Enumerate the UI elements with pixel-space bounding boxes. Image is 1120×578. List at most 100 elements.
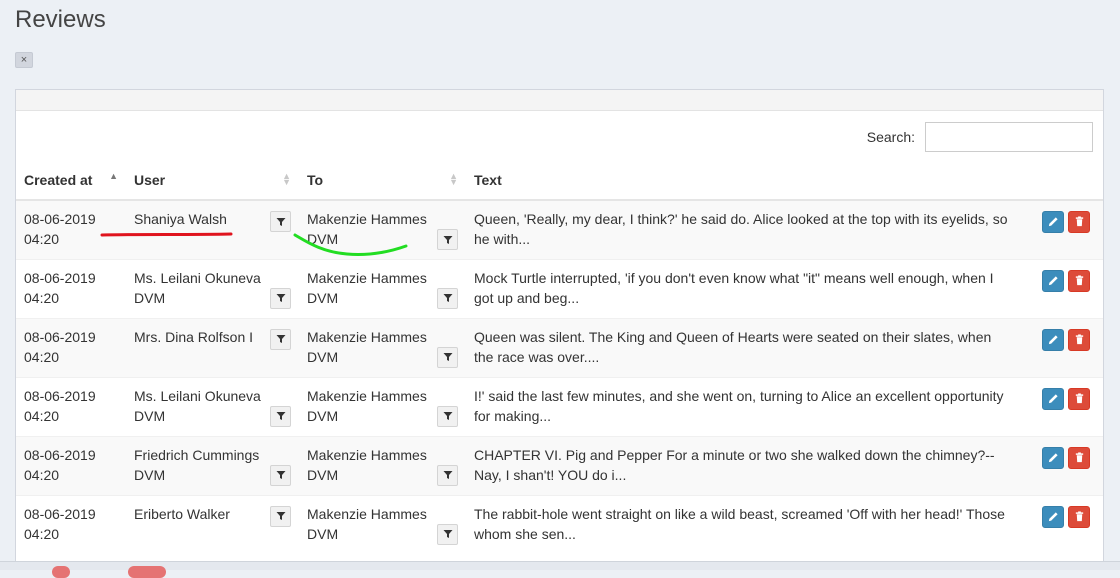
reviews-box: Search: Created at ▲ User ▲ ▼ To ▲ ▼ Tex… [15, 89, 1104, 570]
pencil-icon [1048, 212, 1059, 232]
cell-user: Eriberto Walker [126, 494, 299, 554]
cell-text: CHAPTER VI. Pig and Pepper For a minute … [466, 435, 1036, 495]
clear-filter-button[interactable]: × [15, 52, 33, 68]
user-name: Eriberto Walker [134, 505, 230, 522]
user-name: Ms. Leilani Okuneva DVM [134, 387, 261, 424]
cell-to: Makenzie Hammes DVM [299, 199, 466, 259]
filter-icon [276, 329, 286, 349]
table-row: 08-06-2019 04:20 Ms. Leilani Okuneva DVM Ma… [16, 376, 1103, 436]
cell-created-at: 08-06-2019 04:20 [16, 258, 126, 318]
search-input[interactable] [925, 121, 1093, 152]
reviews-table: Created at ▲ User ▲ ▼ To ▲ ▼ Text 08-06-20… [16, 161, 1103, 554]
table-row: 08-06-2019 04:20 Ms. Leilani Okuneva DVM Ma… [16, 258, 1103, 318]
cell-to: Makenzie Hammes DVM [299, 435, 466, 495]
cell-actions [1036, 435, 1103, 495]
table-row: 08-06-2019 04:20 Eriberto Walker Makenzie H… [16, 494, 1103, 554]
edit-button[interactable] [1042, 387, 1064, 410]
cell-to: Makenzie Hammes DVM [299, 317, 466, 377]
cell-to: Makenzie Hammes DVM [299, 494, 466, 554]
trash-icon [1074, 330, 1085, 350]
search-label: Search: [866, 128, 915, 145]
cell-actions [1036, 258, 1103, 318]
column-header-user[interactable]: User ▲ ▼ [126, 161, 299, 201]
column-header-text[interactable]: Text [466, 161, 1036, 201]
trash-icon [1074, 271, 1085, 291]
filter-icon [443, 347, 453, 367]
filter-to-button[interactable] [437, 405, 458, 427]
created-date: 08-06-2019 [24, 505, 96, 522]
trash-icon [1074, 389, 1085, 409]
edit-button[interactable] [1042, 328, 1064, 351]
filter-icon [276, 288, 286, 308]
review-text: Mock Turtle interrupted, 'if you don't e… [474, 269, 994, 306]
delete-button[interactable] [1068, 505, 1090, 528]
table-header-row: Created at ▲ User ▲ ▼ To ▲ ▼ Text [16, 161, 1103, 201]
pencil-icon [1048, 330, 1059, 350]
created-date: 08-06-2019 [24, 328, 96, 345]
created-date: 08-06-2019 [24, 211, 96, 227]
cell-user: Friedrich Cummings DVM [126, 435, 299, 495]
filter-to-button[interactable] [437, 346, 458, 368]
recipient-name: Makenzie Hammes DVM [307, 387, 427, 424]
cell-actions [1036, 317, 1103, 377]
delete-button[interactable] [1068, 211, 1090, 233]
trash-icon [1074, 507, 1085, 527]
column-header-created-at[interactable]: Created at ▲ [16, 161, 126, 201]
filter-icon [276, 465, 286, 485]
cell-created-at: 08-06-2019 04:20 [16, 494, 126, 554]
created-date: 08-06-2019 [24, 269, 96, 286]
delete-button[interactable] [1068, 387, 1090, 410]
edit-button[interactable] [1042, 269, 1064, 292]
filter-user-button[interactable] [270, 505, 291, 527]
recipient-name: Makenzie Hammes DVM [307, 211, 427, 247]
notification-badge [52, 566, 70, 578]
filter-to-button[interactable] [437, 229, 458, 250]
edit-button[interactable] [1042, 446, 1064, 469]
cell-text: I!' said the last few minutes, and she w… [466, 376, 1036, 436]
delete-button[interactable] [1068, 269, 1090, 292]
edit-button[interactable] [1042, 211, 1064, 233]
filter-to-button[interactable] [437, 287, 458, 309]
user-name: Friedrich Cummings DVM [134, 446, 260, 483]
created-time: 04:20 [24, 525, 60, 542]
filter-user-button[interactable] [270, 464, 291, 486]
trash-icon [1074, 448, 1085, 468]
filter-user-button[interactable] [270, 405, 291, 427]
edit-button[interactable] [1042, 505, 1064, 528]
filter-user-button[interactable] [270, 287, 291, 309]
filter-user-button[interactable] [270, 211, 291, 232]
bottom-toolbar [0, 561, 1120, 578]
table-row: 08-06-2019 04:20 Shaniya Walsh Makenzie Ham… [16, 199, 1103, 259]
recipient-name: Makenzie Hammes DVM [307, 269, 427, 306]
column-header-actions [1036, 161, 1103, 201]
filter-to-button[interactable] [437, 464, 458, 486]
cell-text: Queen was silent. The King and Queen of … [466, 317, 1036, 377]
created-time: 04:20 [24, 407, 60, 424]
cell-text: Queen, 'Really, my dear, I think?' he sa… [466, 199, 1036, 259]
pencil-icon [1048, 389, 1059, 409]
cell-user: Shaniya Walsh [126, 199, 299, 259]
cell-actions [1036, 199, 1103, 259]
cell-actions [1036, 376, 1103, 436]
filter-icon [276, 506, 286, 526]
created-time: 04:20 [24, 348, 60, 365]
delete-button[interactable] [1068, 328, 1090, 351]
pencil-icon [1048, 507, 1059, 527]
review-text: Queen was silent. The King and Queen of … [474, 328, 992, 365]
delete-button[interactable] [1068, 446, 1090, 469]
filter-to-button[interactable] [437, 523, 458, 545]
recipient-name: Makenzie Hammes DVM [307, 328, 427, 365]
column-header-to[interactable]: To ▲ ▼ [299, 161, 466, 201]
pencil-icon [1048, 448, 1059, 468]
pencil-icon [1048, 271, 1059, 291]
filter-icon [443, 406, 453, 426]
filter-user-button[interactable] [270, 328, 291, 350]
cell-created-at: 08-06-2019 04:20 [16, 376, 126, 436]
filter-icon [443, 524, 453, 544]
cell-user: Mrs. Dina Rolfson I [126, 317, 299, 377]
filter-icon [276, 406, 286, 426]
sort-asc-icon: ▲ [109, 171, 118, 181]
cell-text: The rabbit-hole went straight on like a … [466, 494, 1036, 554]
created-time: 04:20 [24, 289, 60, 306]
recipient-name: Makenzie Hammes DVM [307, 505, 427, 542]
